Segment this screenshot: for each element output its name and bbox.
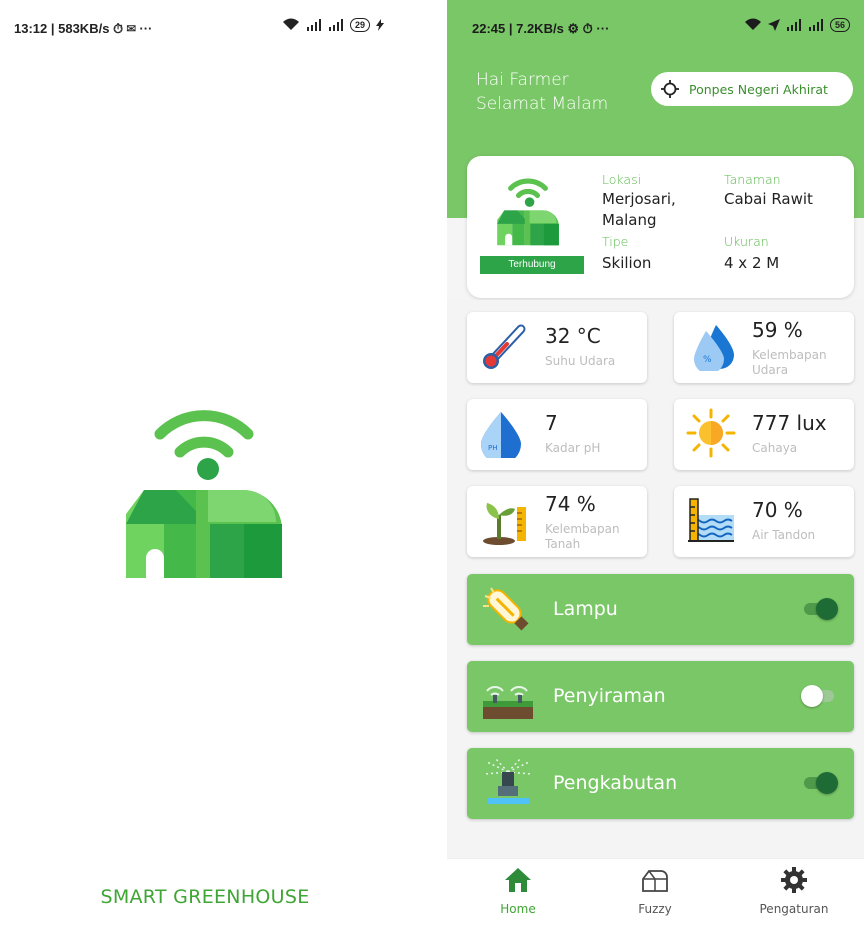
nav-fuzzy-label: Fuzzy [638,902,672,916]
status-bar: 22:45 | 7.2KB/s ⚙ ⏱ ··· 56 [447,0,864,48]
lamp-toggle[interactable] [804,598,838,620]
wifi-icon [744,18,761,30]
status-bar-left: 13:12 | 583KB/s ⏱ ✉ ··· [14,21,153,36]
location-value-line1: Merjosari, [602,190,676,208]
crosshair-icon [661,80,679,98]
misting-toggle[interactable] [804,772,838,794]
greenhouse-logo-icon [126,410,282,578]
temperature-label: Suhu Udara [545,354,616,368]
location-name: Ponpes Negeri Akhirat [689,81,828,97]
nav-settings-label: Pengaturan [759,902,829,916]
sensor-card-temperature[interactable]: 32 °C Suhu Udara [467,312,647,383]
splash-screen: 13:12 | 583KB/s ⏱ ✉ ··· 29 SMART GREENHO… [0,0,430,925]
control-misting[interactable]: Pengkabutan [467,748,854,819]
watering-label: Penyiraman [553,685,666,707]
air-humidity-value: 59 % [752,318,803,342]
soil-moisture-value: 74 % [545,492,596,516]
charging-icon [376,19,385,31]
thermometer-icon [483,324,526,369]
app-title: SMART GREENHOUSE [100,886,310,908]
soil-moisture-label-line2: Tanah [545,537,581,551]
water-tank-label: Air Tandon [752,528,816,542]
location-value-line2: Malang [602,211,657,229]
watering-toggle[interactable] [801,685,834,707]
size-label: Ukuran [724,234,769,249]
temperature-value: 32 °C [545,324,601,348]
greenhouse-logo-icon [497,178,559,246]
air-humidity-label-line2: Udara [752,363,789,377]
misting-toggle-knob [816,772,838,794]
sensor-card-light[interactable]: 777 lux Cahaya [674,399,854,470]
sensor-card-air-humidity[interactable]: % 59 % Kelembapan Udara [674,312,854,383]
nav-home[interactable]: Home [463,867,573,916]
sun-icon [686,408,736,458]
greeting-name: Hai Farmer [476,70,569,90]
soil-moisture-label: Kelembapan Tanah [545,522,645,552]
sensor-card-water-tank[interactable]: 70 % Air Tandon [674,486,854,557]
nav-fuzzy[interactable]: Fuzzy [600,867,710,916]
sensor-card-ph[interactable]: PH 7 Kadar pH [467,399,647,470]
control-lamp[interactable]: Lampu [467,574,854,645]
air-humidity-label-line1: Kelembapan [752,348,827,362]
air-humidity-label: Kelembapan Udara [752,348,852,378]
lamp-toggle-knob [816,598,838,620]
battery-indicator: 29 [350,18,371,32]
ph-value: 7 [545,411,558,435]
svg-text:PH: PH [488,444,498,452]
light-value: 777 lux [752,411,827,435]
plant-label: Tanaman [724,172,781,187]
lamp-label: Lampu [553,598,618,620]
status-bar: 13:12 | 583KB/s ⏱ ✉ ··· 29 [0,0,430,48]
sensor-card-soil-moisture[interactable]: 74 % Kelembapan Tanah [467,486,647,557]
water-tank-icon [688,498,734,542]
sprinkler-icon [483,686,533,719]
signal-icon [307,19,321,31]
svg-text:%: % [703,355,712,365]
connection-status-badge: Terhubung [480,256,584,274]
status-bar-icons: 29 [282,18,385,32]
type-label: Tipe [602,234,629,249]
greenhouse-info-card[interactable]: Terhubung Lokasi Merjosari, Malang Tipe … [467,156,854,298]
signal-4g-icon [808,19,823,31]
soil-moisture-label-line1: Kelembapan [545,522,620,536]
plant-value: Cabai Rawit [724,190,813,208]
size-value: 4 x 2 M [724,254,780,272]
greenhouse-outline-icon [642,870,668,892]
nav-settings[interactable]: Pengaturan [739,867,849,916]
gear-icon [781,867,807,893]
humidity-drop-icon: % [694,325,734,371]
battery-indicator: 56 [829,18,850,32]
location-label: Lokasi [602,172,642,187]
type-value: Skilion [602,254,652,272]
water-tank-value: 70 % [752,498,803,522]
location-selector-button[interactable]: Ponpes Negeri Akhirat [651,72,853,106]
signal-4g-icon [329,19,343,31]
greeting-time: Selamat Malam [476,94,609,114]
status-bar-icons: 56 [744,18,850,32]
watering-toggle-knob [801,685,823,707]
misting-label: Pengkabutan [553,772,678,794]
home-icon [505,868,531,892]
dashboard-screen: 22:45 | 7.2KB/s ⚙ ⏱ ··· 56 Hai Farmer Se… [447,0,864,925]
lamp-icon [483,587,529,631]
nav-home-label: Home [500,902,536,916]
wifi-icon [283,18,299,30]
greeting: Hai Farmer Selamat Malam [476,68,608,116]
plant-ruler-icon [483,503,526,545]
bottom-navigation: Home Fuzzy Pengaturan [447,858,864,925]
light-label: Cahaya [752,441,798,455]
control-watering[interactable]: Penyiraman [467,661,854,732]
signal-icon [786,19,801,31]
location-arrow-icon [767,19,780,31]
status-bar-left: 22:45 | 7.2KB/s ⚙ ⏱ ··· [472,21,610,36]
ph-label: Kadar pH [545,441,601,455]
ph-drop-icon: PH [481,412,521,458]
mist-sprayer-icon [484,758,532,804]
